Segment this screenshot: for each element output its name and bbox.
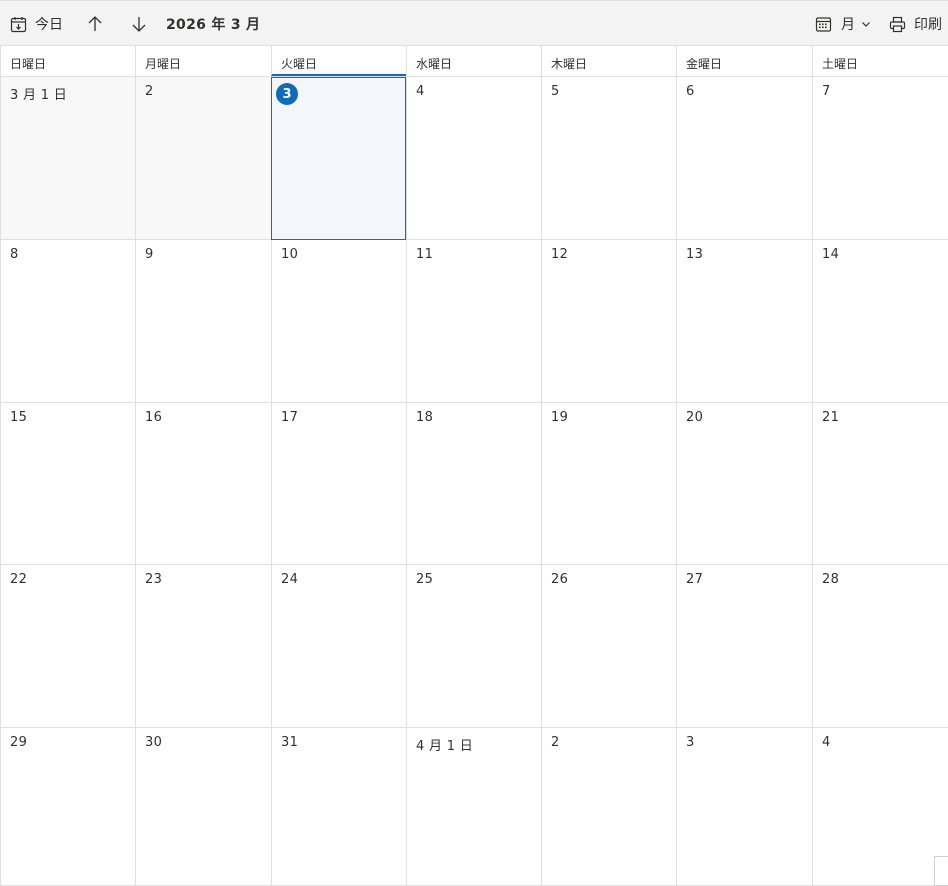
day-cell[interactable]: 3 [676,728,812,886]
view-label: 月 [841,17,855,33]
day-number: 25 [416,572,434,587]
day-number: 9 [145,247,154,262]
day-cell[interactable]: 24 [271,565,406,728]
day-number: 22 [10,572,28,587]
weekday-header-cell: 火曜日 [271,46,406,76]
day-number: 2 [145,84,154,99]
day-cell[interactable]: 4 月 1 日 [406,728,541,886]
day-cell[interactable]: 31 [271,728,406,886]
day-cell[interactable]: 26 [541,565,676,728]
month-title[interactable]: 2026 年 3 月 [166,1,260,47]
day-number: 6 [686,84,695,99]
day-number: 12 [551,247,569,262]
day-number: 2 [551,735,560,750]
day-number: 30 [145,735,163,750]
day-number: 20 [686,410,704,425]
day-cell[interactable]: 11 [406,240,541,403]
expand-panel-button[interactable] [934,856,948,886]
weekday-header-cell: 土曜日 [812,46,948,76]
calendar-toolbar: 今日 2026 年 3 月 月 印刷 [0,0,948,53]
weekday-header-cell: 水曜日 [406,46,541,76]
day-cell[interactable]: 29 [0,728,135,886]
day-cell[interactable]: 9 [135,240,271,403]
day-number: 13 [686,247,704,262]
day-cell[interactable]: 30 [135,728,271,886]
day-cell[interactable]: 23 [135,565,271,728]
print-button[interactable]: 印刷 [889,1,942,47]
day-cell[interactable]: 19 [541,403,676,565]
weekday-header: 日曜日 月曜日 火曜日 水曜日 木曜日 金曜日 土曜日 [0,46,948,77]
day-cell[interactable]: 4 [812,728,948,886]
weekday-header-cell: 金曜日 [676,46,812,76]
day-number: 29 [10,735,28,750]
day-cell[interactable]: 25 [406,565,541,728]
weekday-header-cell: 日曜日 [0,46,135,76]
calendar-today-icon [10,16,27,33]
day-number: 4 [416,84,425,99]
day-cell[interactable]: 6 [676,77,812,240]
day-number: 8 [10,247,19,262]
day-number: 4 [822,735,831,750]
previous-button[interactable] [86,1,104,47]
day-cell[interactable]: 2 [135,77,271,240]
day-number: 10 [281,247,299,262]
today-button[interactable]: 今日 [10,1,63,47]
day-number: 23 [145,572,163,587]
weekday-header-cell: 月曜日 [135,46,271,76]
day-cell[interactable]: 16 [135,403,271,565]
day-cell[interactable]: 20 [676,403,812,565]
day-cell[interactable]: 13 [676,240,812,403]
next-button[interactable] [130,1,148,47]
printer-icon [889,16,906,33]
day-cell[interactable]: 5 [541,77,676,240]
day-number: 3 [276,83,298,105]
day-number: 11 [416,247,434,262]
day-cell[interactable]: 3 月 1 日 [0,77,135,240]
day-number: 27 [686,572,704,587]
day-cell[interactable]: 14 [812,240,948,403]
day-cell[interactable]: 27 [676,565,812,728]
day-number: 18 [416,410,434,425]
day-cell[interactable]: 10 [271,240,406,403]
day-number: 5 [551,84,560,99]
day-number: 26 [551,572,569,587]
day-number: 16 [145,410,163,425]
day-cell[interactable]: 4 [406,77,541,240]
day-cell[interactable]: 2 [541,728,676,886]
arrow-down-icon [130,15,148,33]
day-number: 14 [822,247,840,262]
day-cell[interactable]: 22 [0,565,135,728]
day-number: 15 [10,410,28,425]
month-grid: 3 月 1 日 2 3 4 5 6 7 8 9 10 11 12 13 14 15 16 17 18 19 20 21 2… [0,77,948,886]
view-chevron-down-icon [861,21,871,28]
view-switcher[interactable]: 月 [815,1,871,47]
day-cell[interactable]: 21 [812,403,948,565]
day-cell[interactable]: 17 [271,403,406,565]
day-number: 31 [281,735,299,750]
day-cell-today[interactable]: 3 [271,77,406,240]
day-cell[interactable]: 8 [0,240,135,403]
day-number: 28 [822,572,840,587]
print-label: 印刷 [914,17,942,33]
day-number: 19 [551,410,569,425]
day-number: 21 [822,410,840,425]
day-cell[interactable]: 28 [812,565,948,728]
day-number: 17 [281,410,299,425]
day-cell[interactable]: 12 [541,240,676,403]
weekday-header-cell: 木曜日 [541,46,676,76]
day-number: 4 月 1 日 [416,739,474,754]
today-label: 今日 [35,17,63,33]
calendar-icon [815,16,832,33]
day-number: 7 [822,84,831,99]
day-number: 24 [281,572,299,587]
day-cell[interactable]: 15 [0,403,135,565]
day-number: 3 [686,735,695,750]
arrow-up-icon [86,15,104,33]
day-cell[interactable]: 7 [812,77,948,240]
day-cell[interactable]: 18 [406,403,541,565]
day-number: 3 月 1 日 [10,88,68,103]
